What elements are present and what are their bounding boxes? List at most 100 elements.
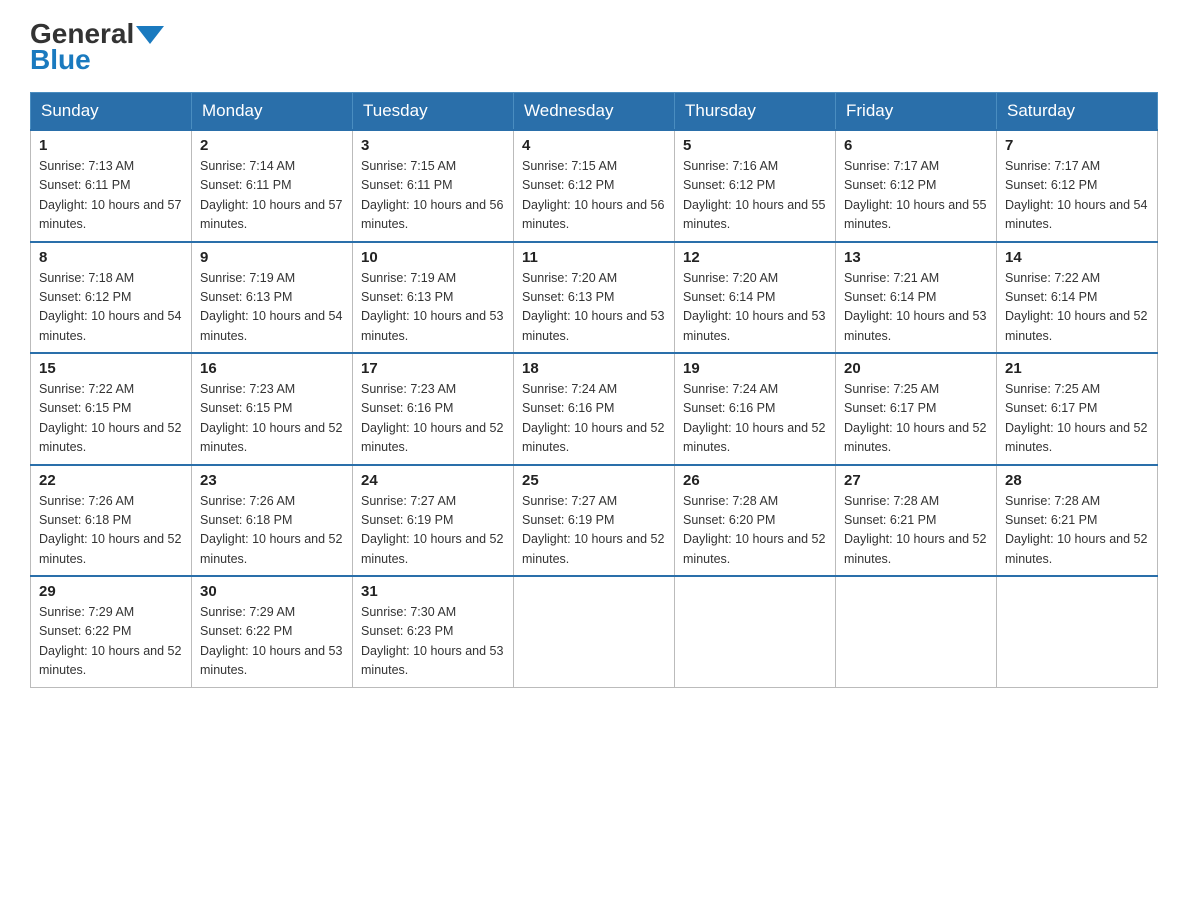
calendar-weekday-friday: Friday — [836, 93, 997, 131]
day-info: Sunrise: 7:25 AMSunset: 6:17 PMDaylight:… — [844, 380, 988, 458]
day-info: Sunrise: 7:15 AMSunset: 6:12 PMDaylight:… — [522, 157, 666, 235]
calendar-cell: 6 Sunrise: 7:17 AMSunset: 6:12 PMDayligh… — [836, 130, 997, 242]
day-info: Sunrise: 7:25 AMSunset: 6:17 PMDaylight:… — [1005, 380, 1149, 458]
calendar-cell: 11 Sunrise: 7:20 AMSunset: 6:13 PMDaylig… — [514, 242, 675, 354]
day-number: 28 — [1005, 472, 1149, 489]
day-info: Sunrise: 7:24 AMSunset: 6:16 PMDaylight:… — [683, 380, 827, 458]
day-info: Sunrise: 7:13 AMSunset: 6:11 PMDaylight:… — [39, 157, 183, 235]
day-number: 29 — [39, 583, 183, 600]
calendar-cell: 22 Sunrise: 7:26 AMSunset: 6:18 PMDaylig… — [31, 465, 192, 577]
calendar-table: SundayMondayTuesdayWednesdayThursdayFrid… — [30, 92, 1158, 688]
day-number: 17 — [361, 360, 505, 377]
calendar-cell: 13 Sunrise: 7:21 AMSunset: 6:14 PMDaylig… — [836, 242, 997, 354]
calendar-weekday-tuesday: Tuesday — [353, 93, 514, 131]
calendar-cell — [514, 576, 675, 687]
calendar-cell: 17 Sunrise: 7:23 AMSunset: 6:16 PMDaylig… — [353, 353, 514, 465]
day-info: Sunrise: 7:14 AMSunset: 6:11 PMDaylight:… — [200, 157, 344, 235]
day-number: 2 — [200, 137, 344, 154]
day-info: Sunrise: 7:23 AMSunset: 6:16 PMDaylight:… — [361, 380, 505, 458]
day-number: 7 — [1005, 137, 1149, 154]
calendar-cell: 5 Sunrise: 7:16 AMSunset: 6:12 PMDayligh… — [675, 130, 836, 242]
calendar-cell: 12 Sunrise: 7:20 AMSunset: 6:14 PMDaylig… — [675, 242, 836, 354]
calendar-week-row-4: 22 Sunrise: 7:26 AMSunset: 6:18 PMDaylig… — [31, 465, 1158, 577]
calendar-cell — [997, 576, 1158, 687]
calendar-week-row-5: 29 Sunrise: 7:29 AMSunset: 6:22 PMDaylig… — [31, 576, 1158, 687]
calendar-header-row: SundayMondayTuesdayWednesdayThursdayFrid… — [31, 93, 1158, 131]
calendar-cell: 25 Sunrise: 7:27 AMSunset: 6:19 PMDaylig… — [514, 465, 675, 577]
day-info: Sunrise: 7:27 AMSunset: 6:19 PMDaylight:… — [361, 492, 505, 570]
day-number: 13 — [844, 249, 988, 266]
calendar-cell: 14 Sunrise: 7:22 AMSunset: 6:14 PMDaylig… — [997, 242, 1158, 354]
calendar-cell: 20 Sunrise: 7:25 AMSunset: 6:17 PMDaylig… — [836, 353, 997, 465]
day-number: 6 — [844, 137, 988, 154]
logo-arrow-icon — [136, 26, 164, 44]
calendar-cell: 19 Sunrise: 7:24 AMSunset: 6:16 PMDaylig… — [675, 353, 836, 465]
day-info: Sunrise: 7:24 AMSunset: 6:16 PMDaylight:… — [522, 380, 666, 458]
day-number: 14 — [1005, 249, 1149, 266]
day-info: Sunrise: 7:16 AMSunset: 6:12 PMDaylight:… — [683, 157, 827, 235]
day-info: Sunrise: 7:19 AMSunset: 6:13 PMDaylight:… — [361, 269, 505, 347]
day-info: Sunrise: 7:27 AMSunset: 6:19 PMDaylight:… — [522, 492, 666, 570]
day-number: 12 — [683, 249, 827, 266]
day-number: 1 — [39, 137, 183, 154]
day-info: Sunrise: 7:28 AMSunset: 6:21 PMDaylight:… — [844, 492, 988, 570]
day-number: 9 — [200, 249, 344, 266]
day-number: 25 — [522, 472, 666, 489]
day-number: 8 — [39, 249, 183, 266]
day-number: 24 — [361, 472, 505, 489]
day-info: Sunrise: 7:26 AMSunset: 6:18 PMDaylight:… — [200, 492, 344, 570]
calendar-cell: 21 Sunrise: 7:25 AMSunset: 6:17 PMDaylig… — [997, 353, 1158, 465]
calendar-cell: 8 Sunrise: 7:18 AMSunset: 6:12 PMDayligh… — [31, 242, 192, 354]
calendar-cell — [675, 576, 836, 687]
day-info: Sunrise: 7:17 AMSunset: 6:12 PMDaylight:… — [1005, 157, 1149, 235]
day-info: Sunrise: 7:15 AMSunset: 6:11 PMDaylight:… — [361, 157, 505, 235]
day-number: 20 — [844, 360, 988, 377]
calendar-cell: 29 Sunrise: 7:29 AMSunset: 6:22 PMDaylig… — [31, 576, 192, 687]
day-info: Sunrise: 7:29 AMSunset: 6:22 PMDaylight:… — [39, 603, 183, 681]
calendar-cell: 9 Sunrise: 7:19 AMSunset: 6:13 PMDayligh… — [192, 242, 353, 354]
calendar-week-row-1: 1 Sunrise: 7:13 AMSunset: 6:11 PMDayligh… — [31, 130, 1158, 242]
day-number: 16 — [200, 360, 344, 377]
day-info: Sunrise: 7:29 AMSunset: 6:22 PMDaylight:… — [200, 603, 344, 681]
calendar-cell: 26 Sunrise: 7:28 AMSunset: 6:20 PMDaylig… — [675, 465, 836, 577]
day-number: 5 — [683, 137, 827, 154]
day-info: Sunrise: 7:20 AMSunset: 6:14 PMDaylight:… — [683, 269, 827, 347]
day-number: 4 — [522, 137, 666, 154]
day-number: 30 — [200, 583, 344, 600]
day-info: Sunrise: 7:21 AMSunset: 6:14 PMDaylight:… — [844, 269, 988, 347]
calendar-cell: 1 Sunrise: 7:13 AMSunset: 6:11 PMDayligh… — [31, 130, 192, 242]
calendar-weekday-monday: Monday — [192, 93, 353, 131]
day-info: Sunrise: 7:30 AMSunset: 6:23 PMDaylight:… — [361, 603, 505, 681]
day-info: Sunrise: 7:28 AMSunset: 6:20 PMDaylight:… — [683, 492, 827, 570]
day-info: Sunrise: 7:19 AMSunset: 6:13 PMDaylight:… — [200, 269, 344, 347]
day-info: Sunrise: 7:18 AMSunset: 6:12 PMDaylight:… — [39, 269, 183, 347]
calendar-cell: 10 Sunrise: 7:19 AMSunset: 6:13 PMDaylig… — [353, 242, 514, 354]
calendar-cell — [836, 576, 997, 687]
calendar-weekday-sunday: Sunday — [31, 93, 192, 131]
calendar-cell: 7 Sunrise: 7:17 AMSunset: 6:12 PMDayligh… — [997, 130, 1158, 242]
calendar-cell: 31 Sunrise: 7:30 AMSunset: 6:23 PMDaylig… — [353, 576, 514, 687]
calendar-cell: 4 Sunrise: 7:15 AMSunset: 6:12 PMDayligh… — [514, 130, 675, 242]
day-number: 22 — [39, 472, 183, 489]
day-info: Sunrise: 7:28 AMSunset: 6:21 PMDaylight:… — [1005, 492, 1149, 570]
calendar-cell: 15 Sunrise: 7:22 AMSunset: 6:15 PMDaylig… — [31, 353, 192, 465]
day-number: 18 — [522, 360, 666, 377]
calendar-cell: 27 Sunrise: 7:28 AMSunset: 6:21 PMDaylig… — [836, 465, 997, 577]
day-number: 23 — [200, 472, 344, 489]
day-number: 15 — [39, 360, 183, 377]
day-number: 3 — [361, 137, 505, 154]
logo: General Blue — [30, 20, 164, 74]
day-info: Sunrise: 7:26 AMSunset: 6:18 PMDaylight:… — [39, 492, 183, 570]
day-number: 27 — [844, 472, 988, 489]
day-info: Sunrise: 7:23 AMSunset: 6:15 PMDaylight:… — [200, 380, 344, 458]
calendar-cell: 2 Sunrise: 7:14 AMSunset: 6:11 PMDayligh… — [192, 130, 353, 242]
calendar-cell: 3 Sunrise: 7:15 AMSunset: 6:11 PMDayligh… — [353, 130, 514, 242]
calendar-week-row-3: 15 Sunrise: 7:22 AMSunset: 6:15 PMDaylig… — [31, 353, 1158, 465]
day-info: Sunrise: 7:20 AMSunset: 6:13 PMDaylight:… — [522, 269, 666, 347]
day-number: 11 — [522, 249, 666, 266]
calendar-cell: 24 Sunrise: 7:27 AMSunset: 6:19 PMDaylig… — [353, 465, 514, 577]
calendar-cell: 23 Sunrise: 7:26 AMSunset: 6:18 PMDaylig… — [192, 465, 353, 577]
day-number: 19 — [683, 360, 827, 377]
calendar-week-row-2: 8 Sunrise: 7:18 AMSunset: 6:12 PMDayligh… — [31, 242, 1158, 354]
page-header: General Blue — [30, 20, 1158, 74]
